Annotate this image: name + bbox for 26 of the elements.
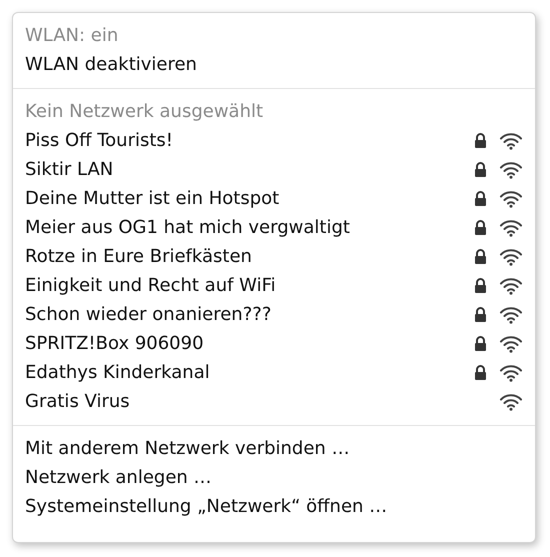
menu-item[interactable]: Systemeinstellung „Netzwerk“ öffnen … bbox=[13, 492, 535, 521]
network-item[interactable]: SPRITZ!Box 906090 bbox=[25, 333, 204, 354]
network-item[interactable]: Deine Mutter ist ein Hotspot bbox=[25, 188, 280, 209]
network-item[interactable]: Gratis Virus bbox=[25, 391, 130, 412]
menu-item[interactable]: Mit anderem Netzwerk verbinden … bbox=[13, 434, 535, 463]
wifi-icon bbox=[499, 334, 523, 352]
network-item[interactable]: Piss Off Tourists! bbox=[25, 130, 174, 151]
wifi-icon bbox=[499, 248, 523, 266]
wifi-icon bbox=[499, 190, 523, 208]
network-item[interactable]: Edathys Kinderkanal bbox=[25, 362, 210, 383]
network-item[interactable]: Schon wieder onanieren??? bbox=[25, 304, 272, 325]
wifi-toggle-item[interactable]: WLAN deaktivieren bbox=[13, 50, 535, 79]
menu-item[interactable]: Netzwerk anlegen … bbox=[13, 463, 535, 492]
network-item[interactable]: Meier aus OG1 hat mich vergwaltigt bbox=[25, 217, 350, 238]
network-item[interactable]: Rotze in Eure Briefkästen bbox=[25, 246, 252, 267]
wifi-icon bbox=[499, 132, 523, 150]
network-item[interactable]: Siktir LAN bbox=[25, 159, 114, 180]
wifi-icon bbox=[499, 276, 523, 294]
wifi-icon bbox=[499, 306, 523, 324]
wifi-status: WLAN: ein bbox=[24, 24, 120, 48]
wifi-icon bbox=[499, 218, 523, 236]
wifi-icon bbox=[499, 364, 523, 382]
wifi-icon bbox=[499, 392, 523, 410]
wifi-icon bbox=[499, 160, 523, 178]
section-title: Kein Netzwerk ausgewählt bbox=[24, 100, 264, 124]
network-item[interactable]: Einigkeit und Recht auf WiFi bbox=[25, 275, 276, 296]
